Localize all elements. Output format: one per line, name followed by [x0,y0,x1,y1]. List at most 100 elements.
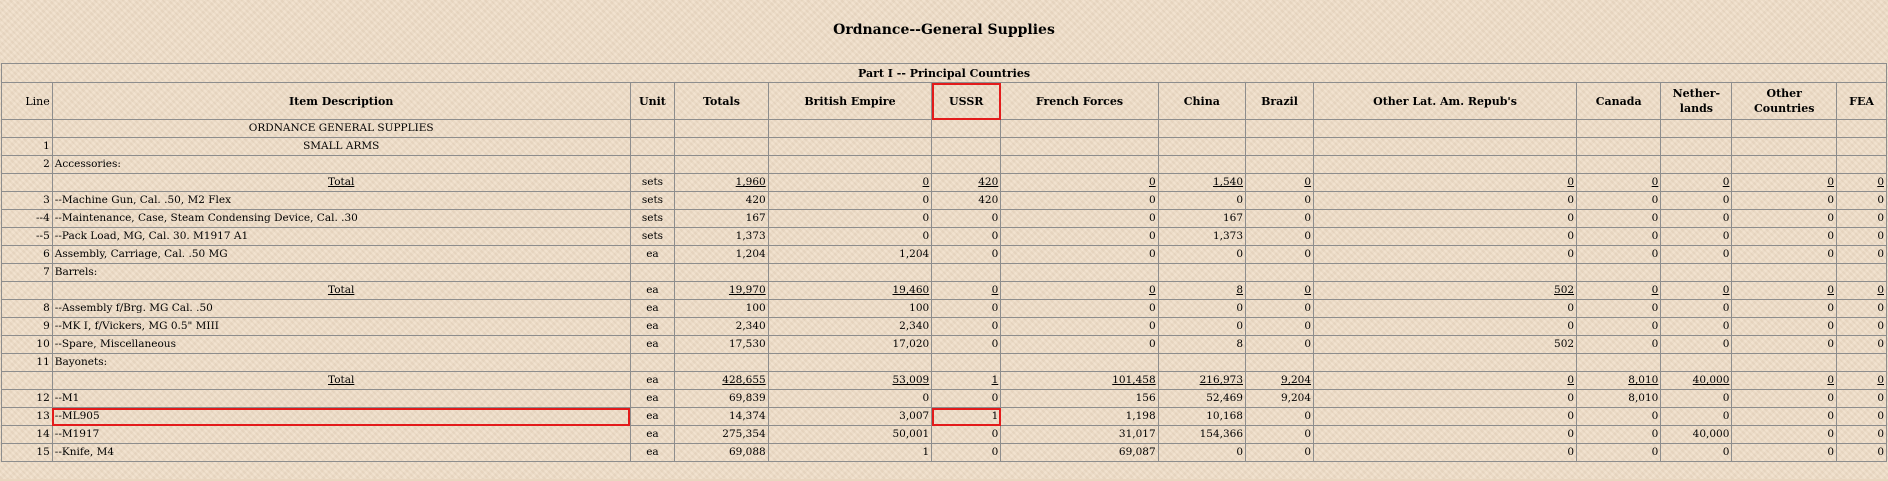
table-row: 15 --Knife, M4 ea 69,088 1 0 69,087 0 0 0 0 0 0 0 [1,443,1887,462]
table-row: 6 Assembly, Carriage, Cal. .50 MG ea 1,204 1… [1,245,1887,264]
cell-canada [1576,137,1662,156]
cell-item: --Maintenance, Case, Steam Condensing De… [51,209,631,228]
table-row: 2 Accessories: [1,155,1887,174]
table-row: Total ea 19,970 19,460 0 0 8 0 502 0 0 0 0 [1,281,1887,300]
cell-item: --Knife, M4 [51,443,631,462]
table-row: 10 --Spare, Miscellaneous ea 17,530 17,020 0 0… [1,335,1887,354]
cell-item: --Spare, Miscellaneous [51,335,631,354]
cell-latam [1313,353,1578,372]
header-french-forces: French Forces [1000,82,1159,120]
cell-unit: ea [629,425,676,444]
cell-china: 154,366 [1157,425,1247,444]
cell-latam: 0 [1313,191,1578,210]
table-body: ORDNANCE GENERAL SUPPLIES 1 SMALL ARMS 2 Acc… [1,119,1887,462]
cell-totals: 17,530 [674,335,769,354]
cell-other: 0 [1731,425,1838,444]
cell-totals: 1,960 [674,173,769,192]
cell-french: 0 [1000,173,1159,192]
cell-china [1157,155,1247,174]
cell-latam: 0 [1313,317,1578,336]
cell-canada [1576,353,1662,372]
cell-brazil: 0 [1244,191,1315,210]
cell-ussr: 0 [931,335,1002,354]
cell-unit: sets [629,173,676,192]
cell-other: 0 [1731,227,1838,246]
table-row: 7 Barrels: [1,263,1887,282]
cell-line [1,173,53,192]
cell-canada: 0 [1576,425,1662,444]
cell-line: 2 [1,155,53,174]
cell-line: 10 [1,335,53,354]
cell-netherlands [1660,263,1733,282]
page-title: Ordnance--General Supplies [833,22,1055,38]
cell-item: --M1917 [51,425,631,444]
cell-british: 17,020 [767,335,933,354]
cell-french [1000,119,1159,138]
cell-totals [674,263,769,282]
cell-british: 0 [767,227,933,246]
table-row: 11 Bayonets: [1,353,1887,372]
table-row: 13 --ML905 ea 14,374 3,007 1 1,198 10,168 0 0 0 0 0 0 [1,407,1887,426]
cell-totals: 2,340 [674,317,769,336]
cell-other: 0 [1731,281,1838,300]
cell-british: 0 [767,389,933,408]
cell-netherlands: 0 [1660,335,1733,354]
cell-canada [1576,155,1662,174]
cell-other [1731,137,1838,156]
cell-fea: 0 [1836,209,1887,228]
cell-fea: 0 [1836,443,1887,462]
cell-brazil [1244,353,1315,372]
cell-china [1157,263,1247,282]
cell-line: 11 [1,353,53,372]
cell-netherlands: 0 [1660,389,1733,408]
cell-ussr [931,119,1002,138]
cell-brazil: 0 [1244,281,1315,300]
cell-line [1,119,53,138]
cell-item: Assembly, Carriage, Cal. .50 MG [51,245,631,264]
cell-french: 0 [1000,209,1159,228]
cell-other [1731,263,1838,282]
cell-canada: 0 [1576,281,1662,300]
cell-canada: 8,010 [1576,389,1662,408]
cell-china [1157,353,1247,372]
cell-canada: 0 [1576,299,1662,318]
table-row: 1 SMALL ARMS [1,137,1887,156]
supplies-table: Part I -- Principal Countries Line Item … [1,63,1887,462]
cell-unit: ea [629,443,676,462]
cell-latam: 502 [1313,335,1578,354]
cell-line: 1 [1,137,53,156]
cell-brazil [1244,263,1315,282]
header-item-description: Item Description [51,82,631,120]
cell-british [767,263,933,282]
cell-totals [674,137,769,156]
cell-ussr: 420 [931,191,1002,210]
cell-totals [674,353,769,372]
cell-french: 0 [1000,335,1159,354]
cell-line: 7 [1,263,53,282]
cell-unit: sets [629,209,676,228]
cell-netherlands: 0 [1660,281,1733,300]
cell-china: 0 [1157,299,1247,318]
cell-ussr [931,353,1002,372]
cell-china: 52,469 [1157,389,1247,408]
cell-french: 0 [1000,245,1159,264]
cell-other: 0 [1731,335,1838,354]
cell-china: 0 [1157,443,1247,462]
cell-ussr: 0 [931,245,1002,264]
cell-french: 0 [1000,281,1159,300]
cell-other: 0 [1731,173,1838,192]
cell-item: Total [51,173,631,192]
cell-latam: 0 [1313,209,1578,228]
cell-latam [1313,155,1578,174]
header-totals: Totals [674,82,769,120]
cell-fea: 0 [1836,425,1887,444]
cell-line: 3 [1,191,53,210]
cell-totals [674,119,769,138]
report-page: Ordnance--General Supplies Part I -- Pri… [0,0,1888,481]
cell-british: 53,009 [767,371,933,390]
cell-canada: 0 [1576,173,1662,192]
table-row: 3 --Machine Gun, Cal. .50, M2 Flex sets 420… [1,191,1887,210]
cell-china: 0 [1157,191,1247,210]
cell-unit: ea [629,389,676,408]
cell-netherlands: 0 [1660,191,1733,210]
